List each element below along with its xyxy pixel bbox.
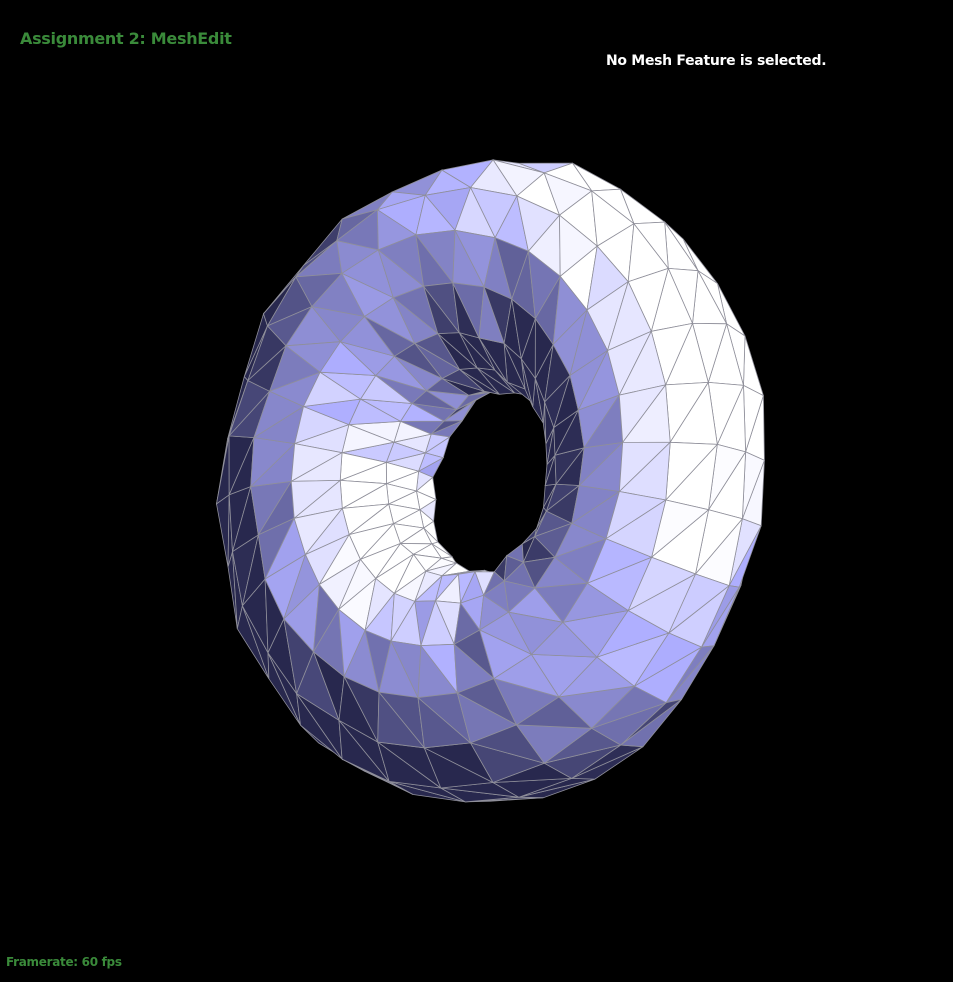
mesh-canvas[interactable]: [0, 0, 953, 982]
selection-status: No Mesh Feature is selected.: [606, 53, 827, 69]
mesh-face[interactable]: [664, 220, 699, 272]
mesh-face[interactable]: [294, 239, 343, 278]
mesh-viewport[interactable]: Assignment 2: MeshEdit No Mesh Feature i…: [0, 0, 953, 982]
mesh-face[interactable]: [216, 494, 230, 567]
mesh-face[interactable]: [215, 435, 230, 505]
app-title: Assignment 2: MeshEdit: [20, 29, 232, 48]
framerate-readout: Framerate: 60 fps: [6, 955, 122, 969]
